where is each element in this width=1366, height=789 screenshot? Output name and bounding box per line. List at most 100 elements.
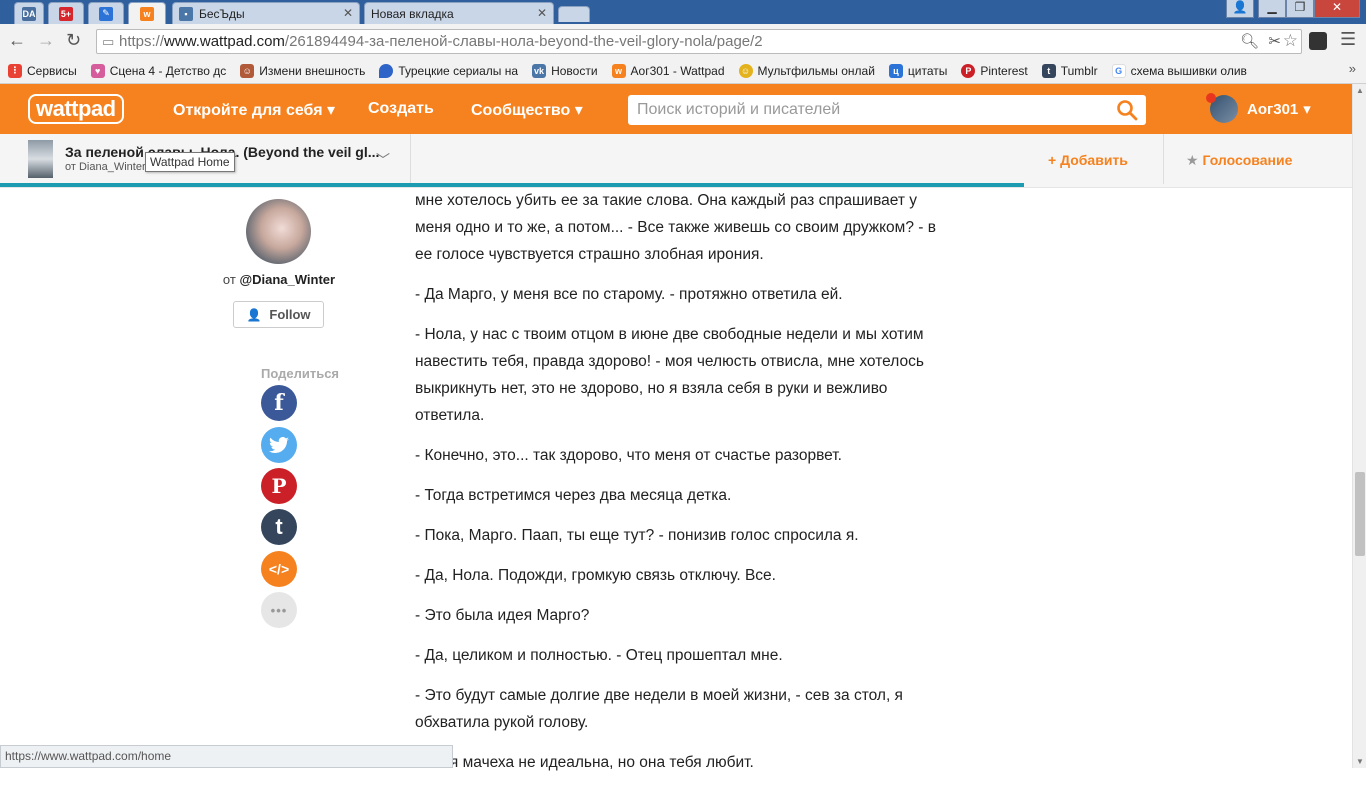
url-host: www.wattpad.com	[164, 33, 285, 50]
bookmark-label: Tumblr	[1060, 63, 1098, 78]
profile-icon[interactable]: 👤	[1226, 0, 1254, 18]
bookmark-item[interactable]: ц цитаты	[888, 63, 947, 78]
maximize-icon[interactable]: ❐	[1286, 0, 1314, 18]
scroll-down-icon[interactable]: ▼	[1356, 757, 1364, 766]
bookmark-label: Сцена 4 - Детство дс	[109, 63, 227, 78]
story-cover[interactable]	[28, 140, 53, 178]
browser-tab[interactable]: ✎	[88, 2, 124, 24]
browser-tab[interactable]: ▪ БесЪды ✕	[172, 2, 360, 24]
caret-down-icon: ▾	[327, 102, 336, 119]
tab-title: Новая вкладка	[371, 6, 454, 21]
tumblr-icon: t	[1041, 63, 1056, 78]
bookmark-item[interactable]: vk Новости	[532, 63, 598, 78]
da-icon: DA	[22, 6, 36, 21]
story-toolbar: За пеленой славы. Нола. (Beyond the veil…	[0, 134, 1352, 188]
bookmarks-bar: ⋮ Сервисы ♥ Сцена 4 - Детство дс ☺ Измени в…	[0, 58, 1366, 84]
story-paragraph: - Да, Нола. Подожди, громкую связь отклю…	[415, 567, 776, 584]
wattpad-header: wattpad Откройте для себя ▾ Создать Сооб…	[0, 84, 1352, 134]
chevron-down-icon[interactable]: ﹀	[376, 150, 390, 170]
author-handle[interactable]: @Diana_Winter	[239, 272, 335, 287]
scroll-up-icon[interactable]: ▲	[1356, 86, 1364, 95]
nav-discover-label: Откройте для себя	[173, 102, 323, 119]
address-bar[interactable]: ▭ https://www.wattpad.com/261894494-за-пе…	[96, 29, 1302, 54]
follow-button[interactable]: 👤 Follow	[233, 301, 324, 328]
chrome-menu-icon[interactable]: ☰	[1340, 29, 1356, 50]
bookmark-item[interactable]: ⋮ Сервисы	[8, 63, 77, 78]
vote-label: Голосование	[1202, 152, 1293, 168]
twitter-icon[interactable]	[261, 427, 297, 463]
browser-tab[interactable]: Новая вкладка ✕	[364, 2, 554, 24]
new-tab-button[interactable]	[558, 6, 590, 22]
story-paragraph: - Конечно, это... так здорово, что меня …	[415, 447, 842, 464]
star-icon: ★	[1186, 152, 1199, 168]
nav-community-label: Сообщество	[471, 102, 571, 119]
tools-icon[interactable]: ✂	[1268, 30, 1281, 53]
nav-create[interactable]: Создать	[368, 100, 434, 118]
search-icon[interactable]	[1116, 99, 1138, 121]
scrollbar-thumb[interactable]	[1355, 472, 1365, 556]
story-paragraph: - Твоя мачеха не идеальна, но она тебя л…	[415, 754, 754, 771]
bookmark-item[interactable]: ♥ Сцена 4 - Детство дс	[90, 63, 227, 78]
nav-create-label: Создать	[368, 100, 434, 117]
page-scrollbar[interactable]: ▲ ▼	[1352, 84, 1366, 768]
bookmark-label: Сервисы	[27, 63, 77, 78]
bookmark-item[interactable]: P Pinterest	[961, 63, 1028, 78]
user-menu[interactable]: Аог301 ▾	[1206, 93, 1311, 124]
search-input[interactable]: Поиск историй и писателей	[628, 95, 1146, 125]
author-prefix: от	[222, 272, 236, 287]
pinterest-icon[interactable]: P	[261, 468, 297, 504]
more-bookmarks-icon[interactable]: »	[1349, 61, 1356, 76]
nav-discover[interactable]: Откройте для себя ▾	[173, 100, 335, 120]
bookmark-item[interactable]: Турецкие сериалы на	[379, 63, 518, 78]
zoom-icon[interactable]: 🔍︎	[1240, 30, 1259, 53]
bookmark-item[interactable]: ☺ Мультфильмы онлай	[738, 63, 875, 78]
status-url-bubble: https://www.wattpad.com/home	[0, 745, 453, 768]
story-paragraph: - Да, целиком и полностью. - Отец прошеп…	[415, 647, 783, 664]
story-paragraph: - Пока, Марго. Паап, ты еще тут? - пониз…	[415, 527, 859, 544]
bookmark-item[interactable]: w Аог301 - Wattpad	[611, 63, 725, 78]
browser-tab[interactable]: DA	[14, 2, 44, 24]
bookmark-label: Новости	[551, 63, 598, 78]
author-avatar[interactable]	[246, 199, 311, 264]
forward-icon[interactable]: →	[37, 30, 55, 51]
nav-community[interactable]: Сообщество ▾	[471, 100, 583, 120]
browser-toolbar: ← → ↻ ▭ https://www.wattpad.com/261894494…	[0, 24, 1366, 58]
minimize-icon[interactable]: ▁	[1258, 0, 1286, 18]
reload-icon[interactable]: ↻	[66, 30, 81, 51]
window-close-icon[interactable]: ✕	[1314, 0, 1360, 18]
back-icon[interactable]: ←	[8, 30, 26, 51]
bookmark-item[interactable]: Gсхема вышивки олив	[1111, 63, 1247, 78]
extension-icon[interactable]	[1309, 32, 1327, 50]
more-options-icon[interactable]: •••	[261, 592, 297, 628]
bookmark-star-icon[interactable]: ☆	[1283, 30, 1298, 52]
bookmark-item[interactable]: ☺ Измени внешность	[240, 63, 365, 78]
tooltip: Wattpad Home	[145, 152, 235, 172]
drop-icon	[379, 63, 394, 78]
c-icon: ц	[888, 63, 903, 78]
bookmark-item[interactable]: t Tumblr	[1041, 63, 1098, 78]
browser-tab-active[interactable]: w	[128, 2, 166, 24]
username: Аог301	[1247, 100, 1299, 118]
vk-icon: vk	[532, 63, 547, 78]
wattpad-logo[interactable]: wattpad	[28, 94, 124, 124]
bookmark-label: схема вышивки олив	[1130, 63, 1247, 78]
five-plus-icon: 5+	[59, 6, 73, 21]
heart-icon: ♥	[90, 63, 105, 78]
story-paragraph: - Это будут самые долгие две недели в мо…	[415, 687, 903, 731]
tumblr-icon[interactable]: t	[261, 509, 297, 545]
notification-dot	[1206, 93, 1216, 103]
add-to-library-button[interactable]: + Добавить	[1048, 152, 1128, 168]
facebook-icon[interactable]: f	[261, 385, 297, 421]
story-paragraph: мне хотелось убить ее за такие слова. Он…	[415, 192, 936, 263]
close-tab-icon[interactable]: ✕	[343, 6, 353, 20]
story-author[interactable]: от Diana_Winter	[65, 161, 146, 173]
page-icon: ▭	[102, 34, 115, 49]
browser-tab[interactable]: 5+	[48, 2, 84, 24]
divider	[1163, 134, 1164, 184]
vote-button[interactable]: ★ Голосование	[1186, 152, 1292, 169]
close-tab-icon[interactable]: ✕	[537, 6, 547, 20]
wattpad-icon: w	[611, 63, 626, 78]
feather-icon: ✎	[99, 6, 113, 21]
embed-code-icon[interactable]: </>	[261, 551, 297, 587]
bookmark-label: Аог301 - Wattpad	[630, 63, 725, 78]
